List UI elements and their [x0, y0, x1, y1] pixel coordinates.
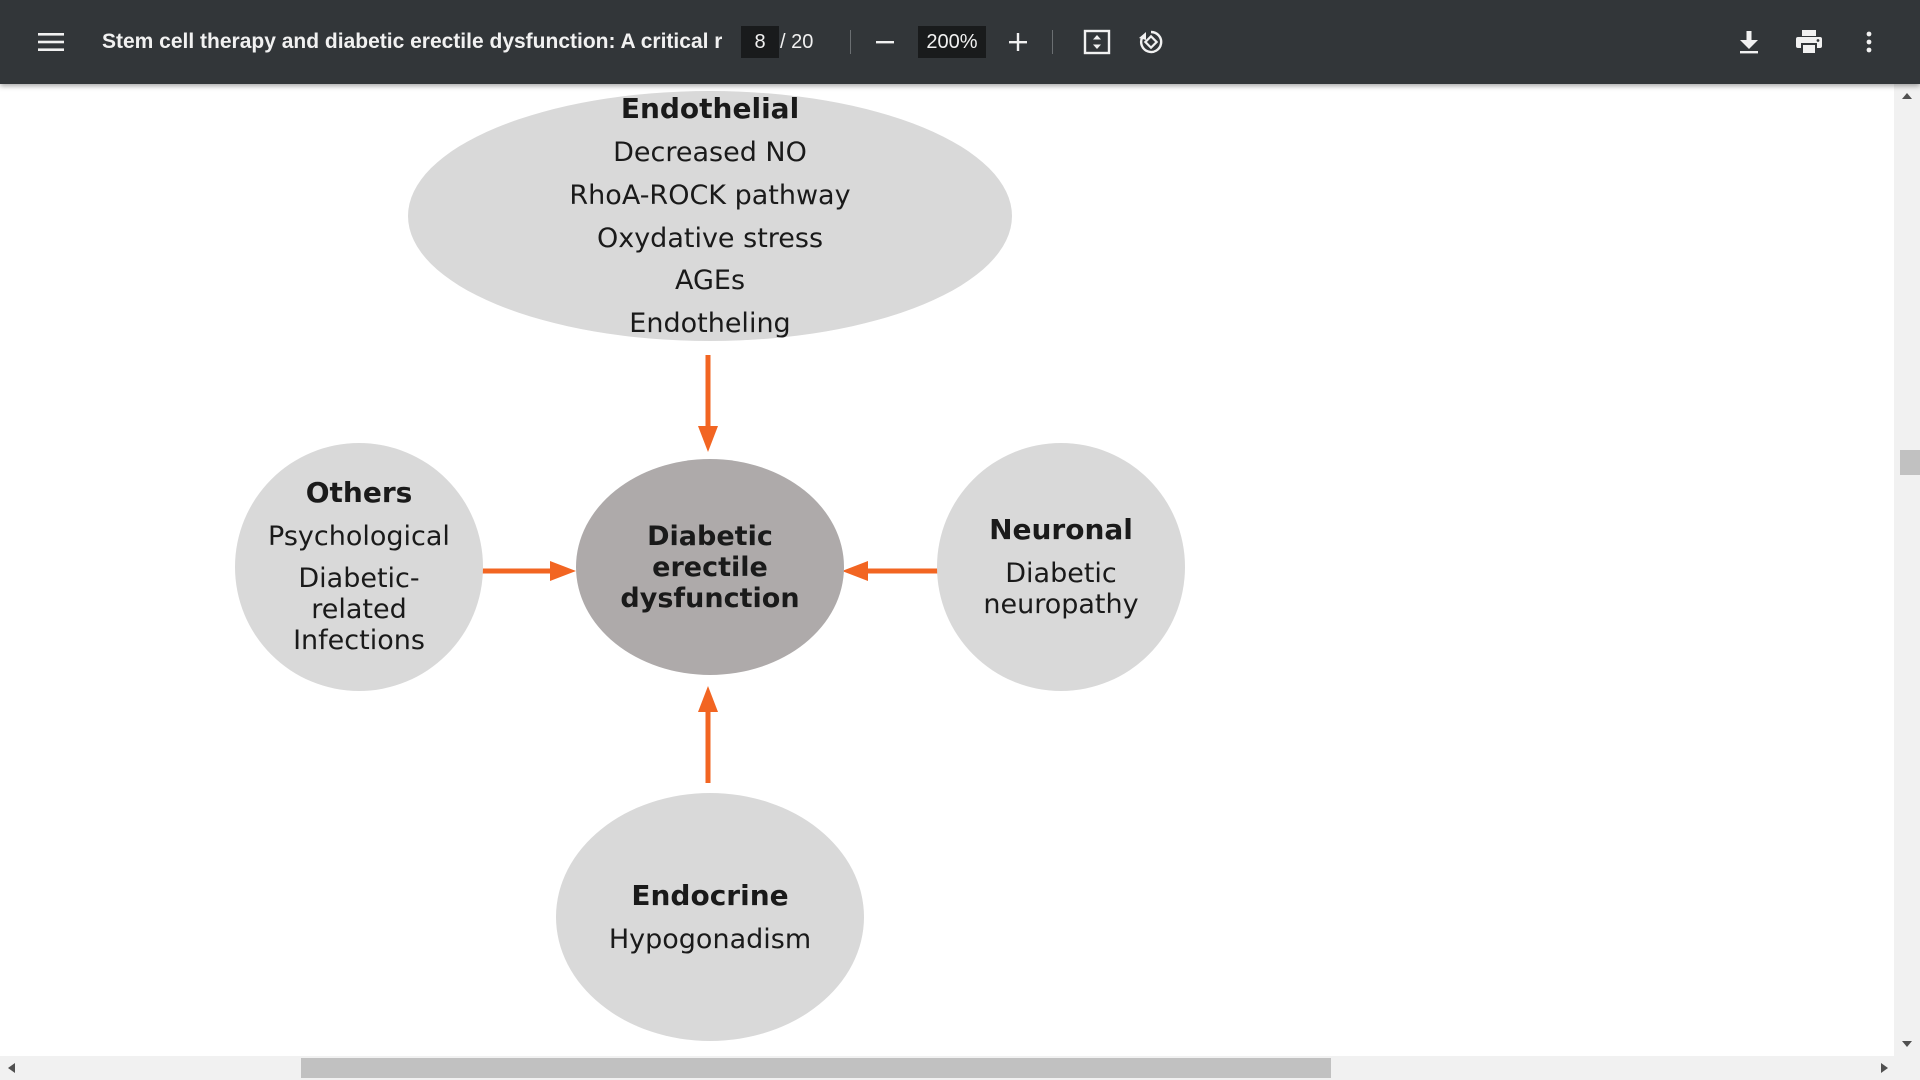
zoom-level-input[interactable]	[918, 26, 986, 58]
others-item-line: Diabetic-	[298, 563, 419, 594]
endothelial-item: RhoA-ROCK pathway	[569, 180, 850, 211]
scroll-left-arrow-icon	[8, 1063, 15, 1073]
download-button[interactable]	[1725, 18, 1773, 66]
rotate-counterclockwise-icon	[1139, 30, 1163, 54]
endocrine-title: Endocrine	[631, 879, 788, 912]
more-options-button[interactable]	[1845, 18, 1893, 66]
hamburger-menu-icon[interactable]	[27, 18, 75, 66]
fit-to-page-button[interactable]	[1073, 18, 1121, 66]
endocrine-node	[556, 793, 864, 1041]
toolbar-separator	[1052, 30, 1053, 54]
scroll-right-arrow-icon	[1881, 1063, 1888, 1073]
scroll-down-arrow-icon	[1902, 1041, 1912, 1047]
download-icon	[1740, 31, 1758, 54]
center-label-line: dysfunction	[620, 583, 799, 614]
arrowhead	[842, 561, 868, 581]
arrowhead	[550, 561, 576, 581]
neuronal-title: Neuronal	[989, 513, 1133, 546]
more-vertical-icon	[1866, 31, 1872, 53]
neuronal-item-line: Diabetic	[1005, 558, 1117, 589]
scroll-up-arrow-icon	[1902, 93, 1912, 99]
plus-icon	[1009, 33, 1027, 51]
endothelial-title: Endothelial	[621, 92, 799, 125]
neuronal-item-line: neuropathy	[983, 589, 1138, 620]
arrowhead	[698, 686, 718, 712]
others-item-line: related	[311, 594, 407, 625]
others-item-line: Infections	[293, 625, 425, 656]
pdf-page-view[interactable]: Endothelial Decreased NO RhoA-ROCK pathw…	[0, 84, 1894, 1056]
pathophysiology-diagram: Endothelial Decreased NO RhoA-ROCK pathw…	[235, 91, 1185, 1041]
horizontal-scrollbar-thumb[interactable]	[301, 1058, 1331, 1078]
endocrine-item: Hypogonadism	[609, 924, 811, 955]
document-title: Stem cell therapy and diabetic erectile …	[102, 30, 722, 53]
others-item: Psychological	[268, 521, 450, 552]
zoom-in-button[interactable]	[994, 18, 1042, 66]
print-button[interactable]	[1785, 18, 1833, 66]
page-total-count: / 20	[780, 31, 814, 53]
endothelial-item: AGEs	[675, 265, 745, 296]
minus-icon	[876, 41, 894, 44]
endothelial-item: Endotheling	[629, 308, 790, 339]
endothelial-node	[408, 91, 1012, 341]
center-label-line: erectile	[652, 552, 768, 583]
arrowhead	[698, 426, 718, 452]
center-label-line: Diabetic	[647, 521, 773, 552]
pdf-toolbar: Stem cell therapy and diabetic erectile …	[0, 0, 1920, 84]
fit-to-page-icon	[1083, 29, 1111, 55]
others-title: Others	[306, 476, 413, 509]
vertical-scrollbar[interactable]	[1894, 84, 1920, 1056]
page-number-input[interactable]	[741, 26, 779, 58]
endothelial-item: Decreased NO	[613, 137, 807, 168]
toolbar-separator	[850, 30, 851, 54]
zoom-out-button[interactable]	[861, 18, 909, 66]
vertical-scrollbar-thumb[interactable]	[1900, 450, 1920, 475]
rotate-button[interactable]	[1127, 18, 1175, 66]
endothelial-item: Oxydative stress	[597, 223, 823, 254]
print-icon	[1796, 30, 1822, 55]
